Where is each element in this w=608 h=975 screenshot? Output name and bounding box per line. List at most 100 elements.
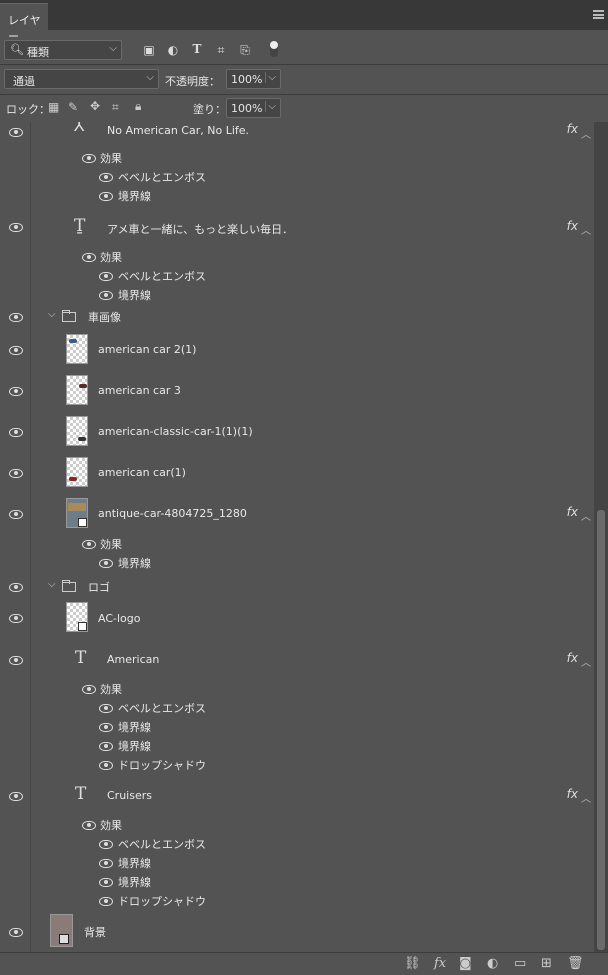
fx-icon[interactable]: fx bbox=[434, 956, 446, 971]
kind-filter-select[interactable]: 🔍︎ 種類 ⌵ bbox=[4, 40, 122, 60]
opacity-input[interactable]: 100% ⌵ bbox=[226, 69, 281, 89]
fx-icon[interactable]: fx bbox=[567, 505, 578, 519]
mask-icon[interactable]: ◙ bbox=[459, 956, 472, 971]
eye-icon[interactable] bbox=[99, 761, 113, 770]
eye-icon[interactable] bbox=[9, 346, 23, 355]
layer-row[interactable]: AC-logo bbox=[0, 598, 594, 639]
fill-value: 100% bbox=[231, 102, 263, 115]
fill-input[interactable]: 100% ⌵ bbox=[226, 98, 281, 118]
eye-icon[interactable] bbox=[99, 878, 113, 887]
eye-icon[interactable] bbox=[9, 614, 23, 623]
filter-bar: 🔍︎ 種類 ⌵ ▣ ◐ T ⌗ ⎘ bbox=[0, 30, 608, 65]
layer-row[interactable]: 背景 bbox=[0, 910, 594, 952]
layer-thumbnail bbox=[66, 602, 88, 632]
eye-icon[interactable] bbox=[9, 313, 23, 322]
eye-icon[interactable] bbox=[9, 223, 23, 232]
lock-image-icon[interactable]: ✎ bbox=[68, 100, 78, 114]
eye-icon[interactable] bbox=[9, 583, 23, 592]
chevron-up-icon[interactable]: ︿ bbox=[581, 790, 591, 805]
eye-icon[interactable] bbox=[82, 253, 96, 262]
link-icon[interactable]: ⛓︎ bbox=[404, 956, 421, 971]
text-layer-icon: T bbox=[75, 784, 87, 804]
layer-row[interactable]: american car 3 bbox=[0, 370, 594, 412]
artboard-badge-icon bbox=[59, 934, 69, 944]
layer-row[interactable]: american car 2(1) bbox=[0, 329, 594, 371]
eye-icon[interactable] bbox=[99, 173, 113, 182]
eye-icon[interactable] bbox=[9, 928, 23, 937]
fx-icon[interactable]: fx bbox=[567, 219, 578, 233]
image-filter-icon[interactable]: ▣ bbox=[142, 43, 156, 57]
eye-icon[interactable] bbox=[99, 859, 113, 868]
effects-label: 効果 bbox=[100, 538, 122, 551]
effect-name: ベベルとエンボス bbox=[118, 270, 206, 283]
eye-icon[interactable] bbox=[99, 897, 113, 906]
layer-name: Cruisers bbox=[107, 789, 152, 802]
eye-icon[interactable] bbox=[99, 742, 113, 751]
layer-thumbnail bbox=[66, 334, 88, 364]
layer-row[interactable]: T American fx ︿ 効果 ベベルとエンボス 境界線 境界線 ドロップ… bbox=[0, 638, 594, 775]
fx-icon[interactable]: fx bbox=[567, 787, 578, 801]
fx-icon[interactable]: fx bbox=[567, 122, 578, 136]
effects-label: 効果 bbox=[100, 152, 122, 165]
folder-icon[interactable]: ▭ bbox=[514, 956, 526, 971]
chevron-up-icon[interactable]: ︿ bbox=[581, 508, 591, 523]
chevron-down-icon[interactable]: ⌵ bbox=[48, 579, 56, 590]
eye-icon[interactable] bbox=[99, 704, 113, 713]
layer-row[interactable]: american car(1) bbox=[0, 452, 594, 494]
eye-icon[interactable] bbox=[82, 821, 96, 830]
new-layer-icon[interactable]: ⊞ bbox=[541, 956, 552, 971]
shape-filter-icon[interactable]: ⌗ bbox=[214, 43, 228, 57]
eye-icon[interactable] bbox=[82, 154, 96, 163]
chevron-down-icon[interactable]: ⌵ bbox=[48, 309, 56, 320]
eye-icon[interactable] bbox=[9, 656, 23, 665]
scrollbar-thumb[interactable] bbox=[597, 510, 605, 950]
effect-name: 境界線 bbox=[118, 857, 151, 870]
chevron-down-icon: ⌵ bbox=[146, 72, 154, 83]
chevron-up-icon[interactable]: ︿ bbox=[581, 654, 591, 669]
eye-icon[interactable] bbox=[99, 291, 113, 300]
layer-row[interactable]: T Cruisers fx ︿ 効果 ベベルとエンボス 境界線 境界線 ドロップ… bbox=[0, 774, 594, 911]
chevron-up-icon[interactable]: ︿ bbox=[581, 222, 591, 237]
effect-name: ベベルとエンボス bbox=[118, 838, 206, 851]
trash-icon[interactable]: 🗑︎ bbox=[567, 956, 584, 971]
filter-toggle-icon[interactable] bbox=[270, 41, 278, 57]
tab-layers[interactable]: レイヤー bbox=[0, 3, 48, 43]
opacity-value: 100% bbox=[231, 73, 263, 86]
chevron-down-icon: ⌵ bbox=[109, 43, 117, 54]
eye-icon[interactable] bbox=[99, 559, 113, 568]
lock-transparent-icon[interactable]: ▦ bbox=[48, 100, 59, 114]
layer-row[interactable]: ⅄ No American Car, No Life. fx ︿ 効果 ベベルと… bbox=[0, 122, 594, 207]
eye-icon[interactable] bbox=[99, 192, 113, 201]
adjustment-icon[interactable]: ◐ bbox=[487, 956, 498, 971]
group-row[interactable]: ⌵ ロゴ bbox=[0, 575, 594, 599]
lock-all-icon[interactable]: 🔒︎ bbox=[135, 99, 141, 114]
lock-artboard-icon[interactable]: ⌗ bbox=[112, 100, 119, 115]
eye-icon[interactable] bbox=[9, 792, 23, 801]
eye-icon[interactable] bbox=[99, 840, 113, 849]
lock-position-icon[interactable]: ✥ bbox=[90, 99, 100, 113]
smartobject-filter-icon[interactable]: ⎘ bbox=[238, 43, 252, 57]
panel-menu-icon[interactable] bbox=[593, 10, 604, 19]
layer-row[interactable]: antique-car-4804725_1280 fx ︿ 効果 境界線 bbox=[0, 493, 594, 576]
eye-icon[interactable] bbox=[99, 723, 113, 732]
eye-icon[interactable] bbox=[82, 685, 96, 694]
search-icon: 🔍︎ bbox=[10, 43, 24, 56]
fx-icon[interactable]: fx bbox=[567, 651, 578, 665]
eye-icon[interactable] bbox=[9, 510, 23, 519]
layers-scrollbar[interactable] bbox=[594, 122, 608, 952]
eye-icon[interactable] bbox=[9, 469, 23, 478]
eye-icon[interactable] bbox=[9, 428, 23, 437]
folder-icon bbox=[62, 310, 76, 322]
lock-label: ロック： bbox=[6, 103, 50, 116]
layer-row[interactable]: Ṯ アメ車と一緒に、もっと楽しい毎日． fx ︿ 効果 ベベルとエンボス 境界線 bbox=[0, 206, 594, 305]
adjustment-filter-icon[interactable]: ◐ bbox=[166, 43, 180, 57]
eye-icon[interactable] bbox=[9, 128, 23, 137]
eye-icon[interactable] bbox=[9, 387, 23, 396]
type-filter-icon[interactable]: T bbox=[190, 42, 204, 56]
eye-icon[interactable] bbox=[99, 272, 113, 281]
layer-row[interactable]: american-classic-car-1(1)(1) bbox=[0, 411, 594, 453]
eye-icon[interactable] bbox=[82, 540, 96, 549]
blend-mode-select[interactable]: 通過 ⌵ bbox=[4, 69, 159, 89]
chevron-up-icon[interactable]: ︿ bbox=[581, 126, 591, 141]
group-row[interactable]: ⌵ 車画像 bbox=[0, 304, 594, 330]
